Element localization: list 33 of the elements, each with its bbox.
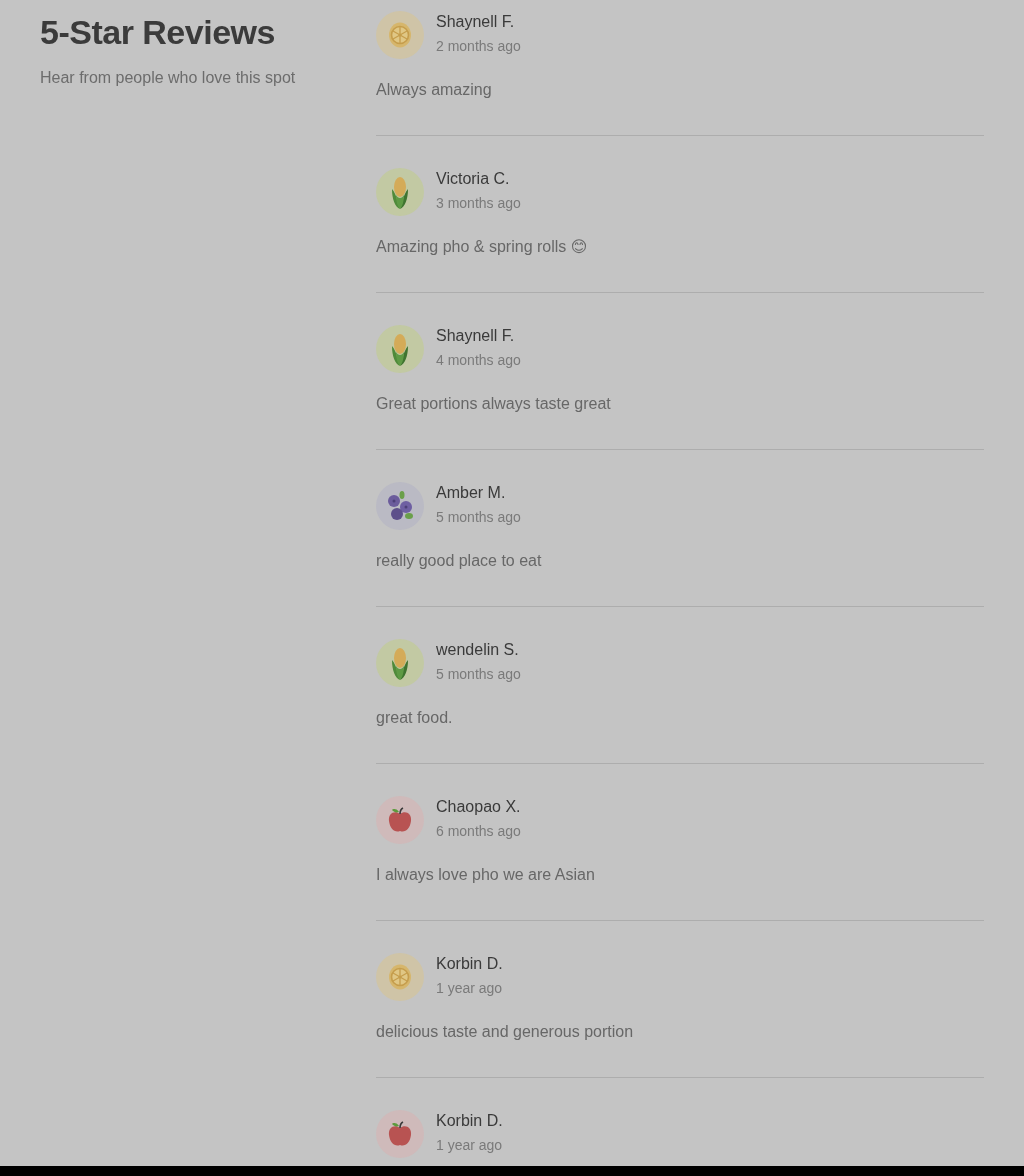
blueberries-icon — [376, 482, 424, 530]
review-text: Great portions always taste great — [376, 394, 611, 414]
review-time: 2 months ago — [436, 37, 521, 55]
apple-icon — [376, 1110, 424, 1158]
review-text: I always love pho we are Asian — [376, 865, 595, 885]
review-text: Amazing pho & spring rolls 😊 — [376, 237, 588, 257]
reviewer-name: Shaynell F. — [436, 326, 515, 346]
page-title: 5-Star Reviews — [40, 12, 275, 52]
review-time: 3 months ago — [436, 194, 521, 212]
reviewer-name: Chaopao X. — [436, 797, 521, 817]
review-time: 4 months ago — [436, 351, 521, 369]
review-time: 6 months ago — [436, 822, 521, 840]
reviewer-name: Korbin D. — [436, 1111, 503, 1131]
review-time: 1 year ago — [436, 1136, 503, 1154]
page-subtitle: Hear from people who love this spot — [40, 68, 296, 88]
reviewer-name: Korbin D. — [436, 954, 503, 974]
corn-icon — [376, 325, 424, 373]
citrus-slice-icon — [376, 953, 424, 1001]
review-text: delicious taste and generous portion — [376, 1022, 634, 1042]
reviewer-name: Shaynell F. — [436, 12, 515, 32]
corn-icon — [376, 639, 424, 687]
review-text: great food. — [376, 708, 453, 728]
citrus-slice-icon — [376, 11, 424, 59]
review-time: 5 months ago — [436, 665, 521, 683]
reviewer-name: Victoria C. — [436, 169, 510, 189]
review-text: Always amazing — [376, 80, 492, 100]
reviewer-name: wendelin S. — [436, 640, 519, 660]
apple-icon — [376, 796, 424, 844]
review-time: 1 year ago — [436, 979, 503, 997]
corn-icon — [376, 168, 424, 216]
reviewer-name: Amber M. — [436, 483, 506, 503]
review-time: 5 months ago — [436, 508, 521, 526]
review-text: really good place to eat — [376, 551, 542, 571]
